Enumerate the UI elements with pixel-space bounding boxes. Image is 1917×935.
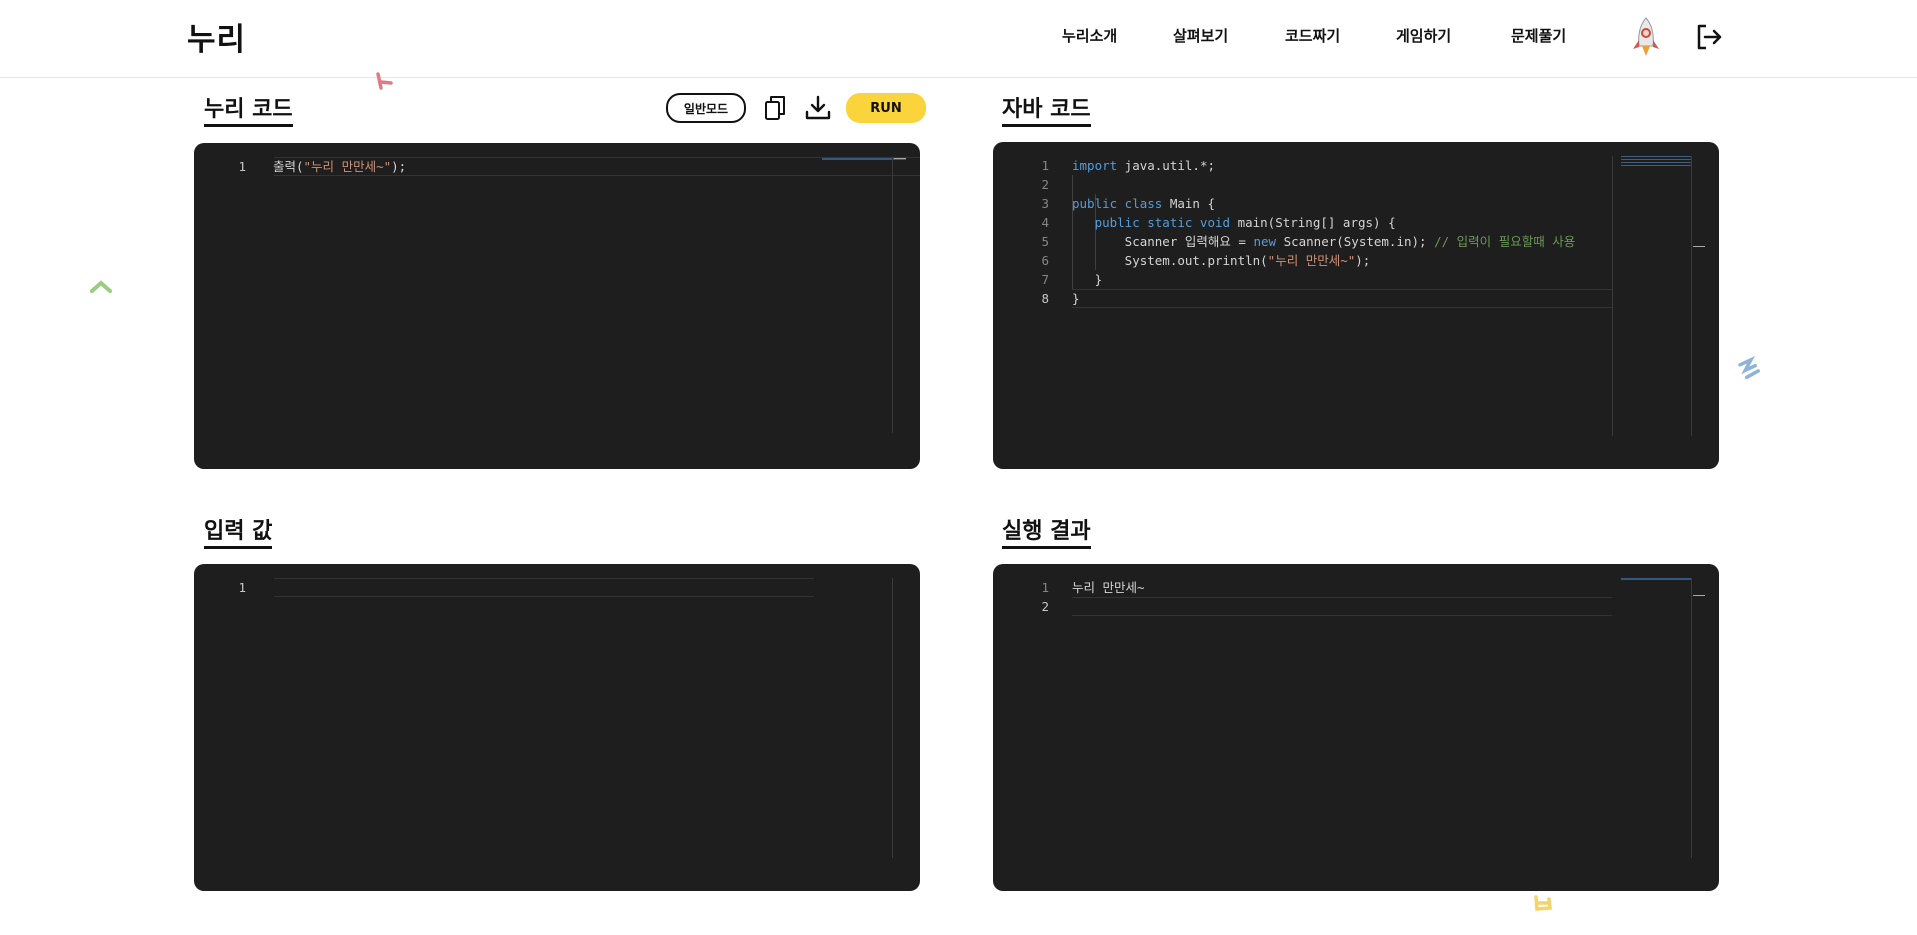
line-number: 2	[1041, 177, 1049, 192]
line-number: 2	[1041, 599, 1049, 614]
rocket-avatar-icon[interactable]	[1630, 16, 1662, 58]
code-token: "누리 만만세~"	[1267, 253, 1356, 268]
editor-scrollbar-track[interactable]	[1691, 578, 1692, 858]
line-number: 3	[1041, 196, 1049, 211]
site-logo[interactable]: 누리	[187, 14, 246, 59]
run-button[interactable]: RUN	[846, 93, 926, 123]
line-number: 1	[238, 159, 246, 174]
download-icon[interactable]	[804, 94, 832, 122]
java-code-title: 자바 코드	[1002, 96, 1091, 127]
nav-item-intro[interactable]: 누리소개	[1062, 25, 1117, 46]
code-token: public static void	[1094, 215, 1231, 230]
code-token: public class	[1072, 196, 1163, 211]
line-number: 7	[1041, 272, 1049, 287]
nav-item-code[interactable]: 코드짜기	[1285, 25, 1340, 46]
line-number: 8	[1041, 291, 1049, 306]
code-token: new	[1253, 234, 1277, 249]
line-text: 누리 만만세~	[1072, 578, 1145, 597]
code-token: // 입력이 필요할때 사용	[1434, 234, 1576, 249]
line-text: System.out.println("누리 만만세~");	[1072, 251, 1371, 270]
code-token: }	[1072, 272, 1103, 287]
mode-toggle-button[interactable]: 일반모드	[666, 93, 746, 123]
code-token: import	[1072, 158, 1118, 173]
result-editor[interactable]: 1 누리 만만세~ 2	[993, 564, 1719, 891]
line-text: import java.util.*;	[1072, 156, 1215, 175]
line-text: }	[1072, 270, 1103, 289]
line-number: 1	[1041, 158, 1049, 173]
copy-icon[interactable]	[761, 94, 789, 122]
minimap-content	[1621, 156, 1691, 168]
minimap-separator	[1612, 156, 1613, 436]
nuri-code-editor[interactable]: 1 출력("누리 만만세~");	[194, 143, 920, 469]
line-number: 1	[238, 580, 246, 595]
code-token: Main {	[1162, 196, 1215, 211]
line-number: 5	[1041, 234, 1049, 249]
line-number: 4	[1041, 215, 1049, 230]
code-token: Scanner 입력해요 =	[1072, 234, 1254, 249]
code-token: }	[1072, 291, 1080, 306]
editor-scrollbar-track[interactable]	[892, 157, 893, 433]
code-token: System.out.println(	[1072, 253, 1268, 268]
code-token: Scanner(System.in);	[1276, 234, 1435, 249]
logout-icon[interactable]	[1694, 22, 1724, 52]
line-number: 1	[1041, 580, 1049, 595]
nuri-code-title: 누리 코드	[204, 96, 293, 127]
editor-scrollbar-track[interactable]	[892, 578, 893, 858]
java-code-editor[interactable]: 1 import java.util.*; 2 3 public class Main …	[993, 142, 1719, 469]
minimap-cursor-mark	[1693, 246, 1705, 247]
result-title: 실행 결과	[1002, 518, 1091, 549]
nav-item-game[interactable]: 게임하기	[1396, 25, 1451, 46]
current-line-highlight	[1072, 597, 1612, 616]
top-header: 누리 누리소개 살펴보기 코드짜기 게임하기 문제풀기	[0, 0, 1917, 78]
code-token: java.util.*;	[1117, 158, 1215, 173]
current-line-highlight	[274, 578, 814, 597]
line-text: public class Main {	[1072, 194, 1215, 213]
decorative-green-chevron-icon	[90, 280, 112, 293]
line-text: public static void main(String[] args) {	[1072, 213, 1396, 232]
current-line-highlight	[1072, 289, 1612, 308]
editor-scrollbar-track[interactable]	[1691, 156, 1692, 436]
nav-item-problems[interactable]: 문제풀기	[1511, 25, 1566, 46]
decorative-blue-shape-icon	[1738, 356, 1760, 380]
minimap-cursor-mark	[1693, 595, 1705, 596]
code-token: 출력(	[273, 159, 304, 174]
decorative-pink-shape-icon	[376, 72, 393, 90]
minimap-content	[1621, 578, 1691, 580]
input-editor[interactable]: 1	[194, 564, 920, 891]
input-title: 입력 값	[204, 518, 273, 549]
decorative-yellow-shape-icon	[1534, 895, 1552, 911]
minimap-cursor-mark	[894, 158, 906, 159]
code-token: "누리 만만세~"	[303, 159, 392, 174]
line-text: Scanner 입력해요 = new Scanner(System.in); /…	[1072, 232, 1576, 251]
line-text: 출력("누리 만만세~");	[273, 157, 406, 176]
code-token: );	[391, 159, 407, 174]
code-token: 누리 만만세~	[1072, 580, 1145, 595]
line-number: 6	[1041, 253, 1049, 268]
code-token: main(String[] args) {	[1230, 215, 1396, 230]
code-token: );	[1355, 253, 1371, 268]
nav-item-explore[interactable]: 살펴보기	[1173, 25, 1228, 46]
line-text: }	[1072, 289, 1080, 308]
